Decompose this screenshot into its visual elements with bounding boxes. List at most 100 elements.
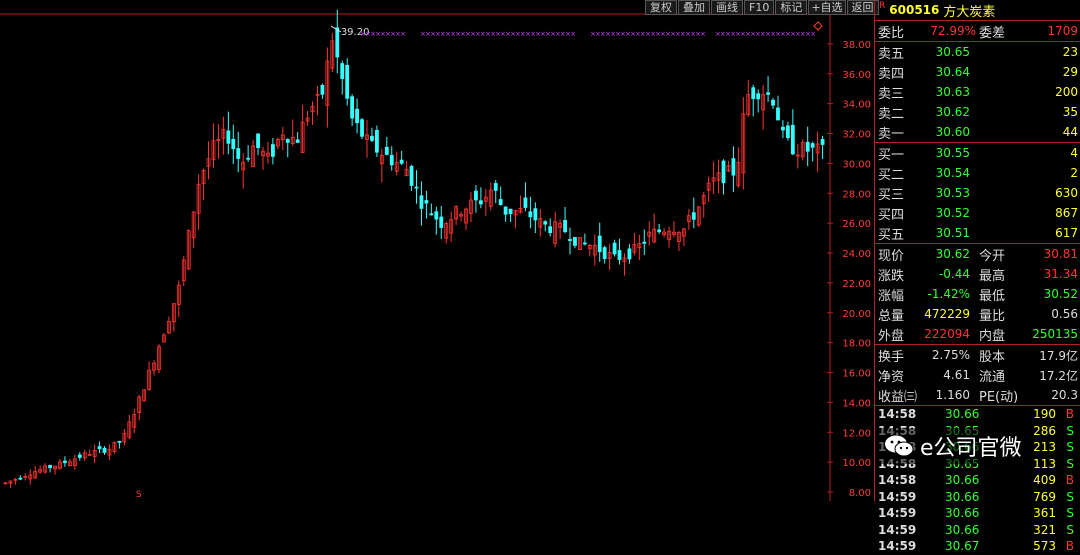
- candle-body: [568, 239, 572, 241]
- tick-volume: 113: [1033, 456, 1056, 471]
- candle-body: [731, 158, 736, 176]
- tick-price: 30.66: [945, 489, 980, 504]
- asks-label: 卖一: [878, 126, 905, 142]
- candle-body: [776, 107, 780, 121]
- tick-price: 30.66: [945, 506, 980, 521]
- y-tick-label: 20.00: [842, 309, 871, 320]
- stat-row: 总量 472229 量比 0.56: [875, 304, 1080, 324]
- candle-body: [360, 119, 364, 137]
- f10-button[interactable]: F10: [744, 0, 775, 15]
- candle-body: [612, 242, 617, 255]
- price-value: 30.55: [935, 146, 970, 160]
- candle-body: [751, 87, 756, 100]
- signal-marker: ×: [700, 30, 706, 38]
- mark-button[interactable]: 标记: [775, 0, 808, 15]
- candle-body: [355, 108, 359, 124]
- asks-label: 卖四: [878, 66, 905, 82]
- volume-value: 23: [1062, 45, 1078, 59]
- bids-row: 买三 30.53 630: [875, 183, 1080, 203]
- asks-row: 卖三 30.63 200: [875, 82, 1080, 102]
- candle-body: [771, 99, 775, 106]
- tick-side: S: [1066, 506, 1074, 521]
- candle-body: [548, 226, 553, 234]
- tick-volume: 573: [1033, 539, 1056, 554]
- stat-value: -1.42%: [927, 287, 970, 301]
- candle-body: [345, 64, 350, 99]
- stat-value: 30.62: [935, 247, 970, 261]
- candle-body: [285, 139, 290, 143]
- tick-row[interactable]: 14:59 30.66 769 S: [875, 489, 1080, 506]
- tick-row[interactable]: 14:59 30.66 361 S: [875, 505, 1080, 522]
- stat-label: 涨跌: [878, 268, 905, 284]
- signal-marker: ×: [810, 30, 816, 38]
- stat-value: 17.9亿: [1039, 348, 1078, 363]
- volume-value: 29: [1062, 65, 1078, 79]
- signal-marker: ×: [400, 30, 406, 38]
- draw-line-button[interactable]: 画线: [711, 0, 743, 15]
- candle-body: [508, 208, 513, 215]
- y-tick-label: 38.00: [842, 40, 871, 51]
- tick-volume: 321: [1033, 522, 1056, 537]
- stat-label: 总量: [878, 308, 905, 324]
- wechat-icon: [885, 435, 914, 457]
- y-tick-label: 26.00: [842, 219, 871, 230]
- stat-label: 股本: [979, 349, 1006, 365]
- candle-body: [617, 250, 622, 260]
- price-value: 30.52: [935, 206, 970, 220]
- price-value: 30.63: [935, 85, 970, 99]
- volume-value: 617: [1055, 226, 1078, 240]
- candle-body: [657, 229, 662, 233]
- candle-body: [691, 212, 696, 220]
- candle-body: [434, 211, 439, 220]
- weibi-value: 72.99%: [930, 24, 976, 38]
- kline-chart[interactable]: 8.00 10.00 12.00 14.00 16.00 18.00 20.00 22.00 2…: [0, 0, 874, 501]
- restore-rights-button[interactable]: 复权: [645, 0, 677, 15]
- candle-body: [117, 440, 122, 443]
- tick-row[interactable]: 14:58 30.66 409 B: [875, 472, 1080, 489]
- tick-time: 14:59: [878, 539, 917, 554]
- tick-row[interactable]: 14:58 30.66 190 B: [875, 406, 1080, 423]
- tick-row[interactable]: 14:59 30.66 321 S: [875, 522, 1080, 539]
- stat-label: 涨幅: [878, 288, 905, 304]
- tick-volume: 213: [1033, 440, 1056, 455]
- tick-price: 30.66: [945, 522, 980, 537]
- stat-value: 20.3: [1051, 388, 1078, 402]
- stock-code: 600516: [889, 3, 940, 17]
- candle-body: [370, 135, 374, 141]
- stat-label: 换手: [878, 349, 905, 365]
- bids-label: 买二: [878, 167, 905, 183]
- volume-value: 35: [1062, 105, 1078, 119]
- tick-side: B: [1065, 539, 1074, 554]
- overlay-button[interactable]: 叠加: [678, 0, 710, 15]
- bids-row: 买四 30.52 867: [875, 203, 1080, 223]
- tick-volume: 286: [1033, 423, 1056, 438]
- add-favorite-button[interactable]: +自选: [808, 0, 846, 15]
- stat-label: 现价: [878, 248, 905, 264]
- chart-toolbar: 复权 叠加 画线 F10 标记 +自选 返回: [644, 0, 879, 15]
- asks-label: 卖五: [878, 46, 905, 62]
- tick-time: 14:59: [878, 489, 917, 504]
- candle-body: [270, 144, 275, 157]
- stat-value: 222094: [924, 327, 970, 341]
- stat-value: 1.160: [935, 388, 970, 402]
- ask-book: 卖五 30.65 23 卖四 30.64 29 卖三 30.63 200 卖二 30.62 35 卖一 3…: [875, 42, 1080, 143]
- candle-body: [498, 199, 503, 206]
- asks-label: 卖三: [878, 86, 905, 102]
- stat-row: 外盘 222094 内盘 250135: [875, 324, 1080, 344]
- tick-side: B: [1065, 407, 1074, 422]
- signal-s-icon: S: [136, 490, 142, 500]
- candle-body: [246, 157, 251, 160]
- stat-label: PE(动): [979, 389, 1019, 405]
- asks-row: 卖二 30.62 35: [875, 102, 1080, 122]
- y-tick-label: 14.00: [842, 398, 871, 409]
- price-value: 30.65: [935, 45, 970, 59]
- bid-book: 买一 30.55 4 买二 30.54 2 买三 30.53 630 买四 30.52 867 买五 30…: [875, 143, 1080, 244]
- bids-row: 买二 30.54 2: [875, 163, 1080, 183]
- stat-label: 最低: [979, 288, 1006, 304]
- tick-row[interactable]: 14:59 30.67 573 B: [875, 538, 1080, 555]
- candle-body: [597, 235, 602, 253]
- tick-time: 14:59: [878, 522, 917, 537]
- candle-body: [236, 148, 241, 159]
- price-value: 30.54: [935, 166, 970, 180]
- stat-row: 涨幅 -1.42% 最低 30.52: [875, 284, 1080, 304]
